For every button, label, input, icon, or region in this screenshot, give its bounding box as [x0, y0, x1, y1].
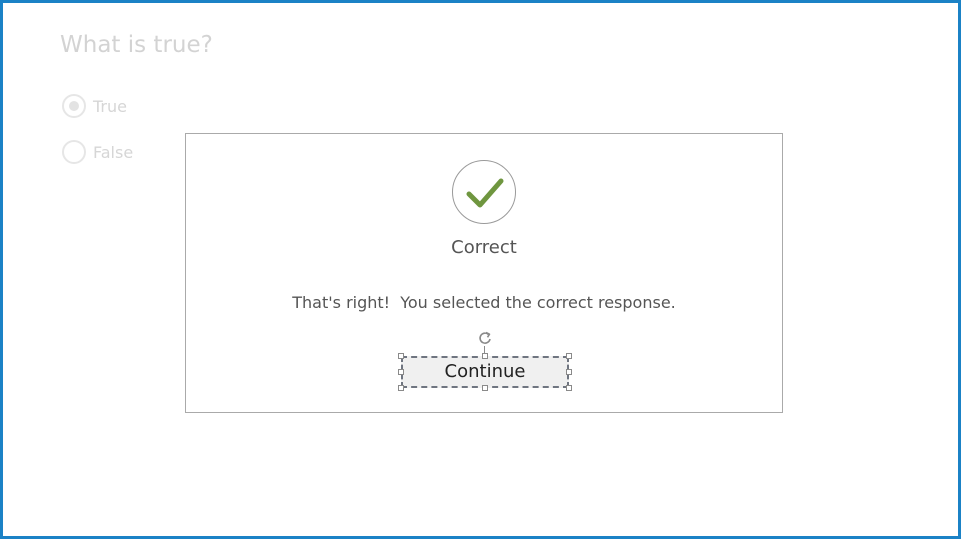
feedback-message: That's right! You selected the correct r…: [292, 293, 676, 312]
checkmark-icon: [452, 160, 516, 224]
resize-handle-right[interactable]: [566, 369, 572, 375]
resize-handle-left[interactable]: [398, 369, 404, 375]
radio-button-selected[interactable]: [62, 94, 86, 118]
feedback-title: Correct: [451, 237, 517, 258]
feedback-dialog: Correct That's right! You selected the c…: [185, 133, 783, 413]
resize-handle-top[interactable]: [482, 353, 488, 359]
resize-handle-bottom[interactable]: [482, 385, 488, 391]
option-true[interactable]: True: [62, 92, 127, 120]
radio-button[interactable]: [62, 140, 86, 164]
resize-handle-bottom-right[interactable]: [566, 385, 572, 391]
resize-handle-top-right[interactable]: [566, 353, 572, 359]
resize-handle-bottom-left[interactable]: [398, 385, 404, 391]
question-title: What is true?: [60, 32, 213, 58]
rotate-icon[interactable]: [477, 330, 493, 346]
continue-button-selection[interactable]: Continue: [398, 331, 572, 391]
slide-canvas: What is true? True False Correct That's …: [0, 0, 961, 539]
option-label-false: False: [93, 142, 134, 162]
option-false[interactable]: False: [62, 138, 133, 166]
continue-button[interactable]: Continue: [401, 356, 569, 388]
option-label-true: True: [93, 96, 127, 116]
resize-handle-top-left[interactable]: [398, 353, 404, 359]
